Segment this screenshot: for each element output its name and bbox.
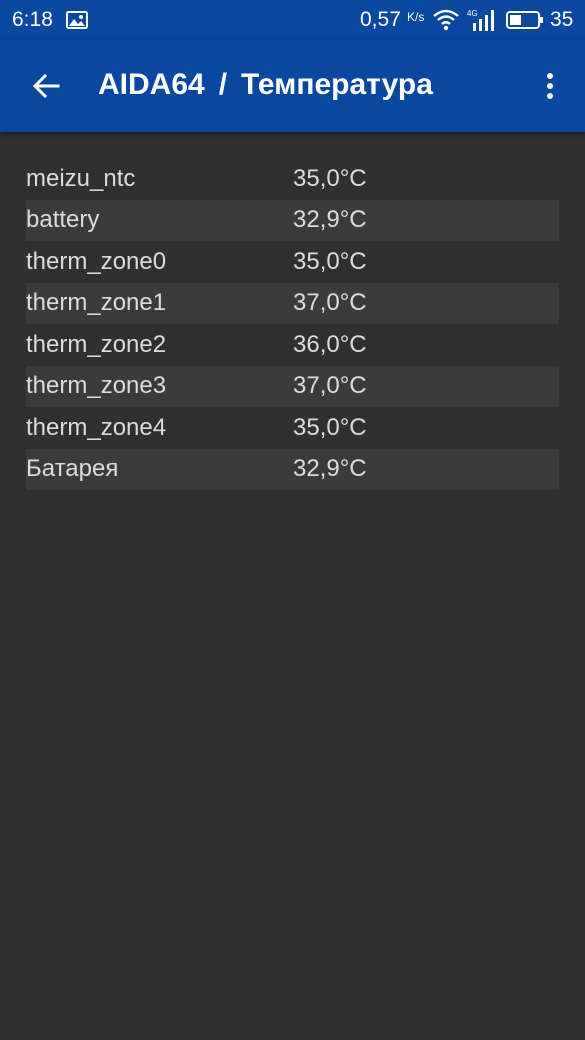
list-item[interactable]: meizu_ntc 35,0°C bbox=[26, 158, 559, 200]
signal-4g-icon: 4G bbox=[467, 8, 499, 32]
list-item[interactable]: therm_zone0 35,0°C bbox=[26, 241, 559, 283]
sensor-list: meizu_ntc 35,0°C battery 32,9°C therm_zo… bbox=[26, 158, 559, 490]
network-speed-unit: K/s bbox=[407, 10, 425, 24]
app-bar: AIDA64 / Температура bbox=[0, 40, 585, 132]
sensor-value: 35,0°C bbox=[293, 247, 367, 275]
status-bar: 6:18 0,57 K/s 4G 35 bbox=[0, 0, 585, 40]
sensor-name: therm_zone0 bbox=[26, 247, 167, 275]
status-time: 6:18 bbox=[12, 8, 53, 31]
sensor-value: 32,9°C bbox=[293, 455, 367, 483]
sensor-value: 37,0°C bbox=[293, 372, 367, 400]
sensor-name: therm_zone4 bbox=[26, 413, 167, 441]
section-title: Температура bbox=[241, 68, 433, 101]
battery-level: 35 bbox=[550, 8, 574, 31]
network-speed: 0,57 bbox=[360, 8, 401, 31]
sensor-value: 35,0°C bbox=[293, 413, 367, 441]
wifi-icon bbox=[433, 9, 459, 31]
image-icon bbox=[66, 11, 88, 29]
list-item[interactable]: battery 32,9°C bbox=[26, 199, 559, 241]
title-separator: / bbox=[218, 68, 228, 101]
sensor-name: therm_zone1 bbox=[26, 289, 167, 317]
sensor-name: Батарея bbox=[26, 455, 119, 483]
list-item[interactable]: Батарея 32,9°C bbox=[26, 448, 559, 490]
app-name: AIDA64 bbox=[98, 68, 205, 101]
sensor-value: 36,0°C bbox=[293, 330, 367, 358]
sensor-name: therm_zone3 bbox=[26, 372, 167, 400]
sensor-name: meizu_ntc bbox=[26, 164, 136, 192]
svg-text:4G: 4G bbox=[467, 9, 478, 18]
sensor-value: 32,9°C bbox=[293, 206, 367, 234]
back-button[interactable] bbox=[22, 62, 70, 110]
list-item[interactable]: therm_zone3 37,0°C bbox=[26, 365, 559, 407]
page-title: AIDA64 / Температура bbox=[98, 68, 433, 102]
arrow-back-icon bbox=[32, 73, 60, 99]
sensor-name: therm_zone2 bbox=[26, 330, 167, 358]
list-item[interactable]: therm_zone2 36,0°C bbox=[26, 324, 559, 366]
list-item[interactable]: therm_zone1 37,0°C bbox=[26, 282, 559, 324]
more-vert-icon bbox=[547, 73, 553, 99]
sensor-name: battery bbox=[26, 206, 100, 234]
sensor-value: 35,0°C bbox=[293, 164, 367, 192]
list-item[interactable]: therm_zone4 35,0°C bbox=[26, 407, 559, 449]
overflow-menu-button[interactable] bbox=[528, 62, 572, 110]
battery-icon bbox=[506, 11, 544, 29]
sensor-value: 37,0°C bbox=[293, 289, 367, 317]
